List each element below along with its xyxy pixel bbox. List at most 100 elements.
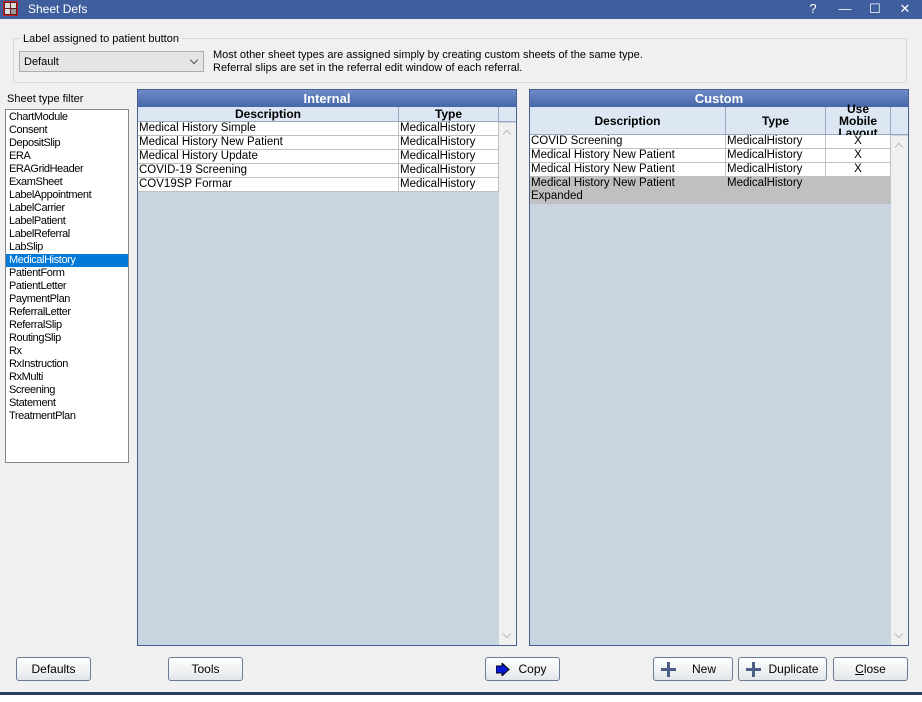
cell-type: MedicalHistory xyxy=(399,178,499,191)
cell-use-mobile-layout: X xyxy=(826,135,891,148)
table-row[interactable]: Medical History New Patient MedicalHistor… xyxy=(138,136,499,150)
filter-item[interactable]: ReferralSlip xyxy=(6,319,128,332)
filter-item[interactable]: LabelPatient xyxy=(6,215,128,228)
table-row[interactable]: COVID-19 Screening MedicalHistory xyxy=(138,164,499,178)
table-row[interactable]: Medical History New Patient MedicalHistor… xyxy=(530,163,891,177)
column-header-description[interactable]: Description xyxy=(138,107,399,121)
custom-scrollbar[interactable] xyxy=(891,136,908,645)
filter-item[interactable]: MedicalHistory xyxy=(6,254,128,267)
filter-item[interactable]: ChartModule xyxy=(6,111,128,124)
cell-type: MedicalHistory xyxy=(726,163,826,176)
cell-type: MedicalHistory xyxy=(399,136,499,149)
filter-item[interactable]: LabSlip xyxy=(6,241,128,254)
column-header-type[interactable]: Type xyxy=(726,107,826,134)
patient-button-label-dropdown[interactable]: Default xyxy=(19,51,204,72)
cell-type: MedicalHistory xyxy=(726,177,826,203)
column-header-use-mobile-layout[interactable]: Use Mobile Layout xyxy=(826,103,891,139)
patient-button-group-label: Label assigned to patient button xyxy=(20,33,182,45)
cell-description: Medical History New Patient xyxy=(530,163,726,176)
table-row[interactable]: Medical History New Patient MedicalHistor… xyxy=(530,149,891,163)
custom-grid-body: COVID Screening MedicalHistory X Medical Hi… xyxy=(530,135,891,204)
app-grid-icon xyxy=(3,1,18,16)
cell-description: Medical History New Patient xyxy=(530,149,726,162)
cell-description: COVID Screening xyxy=(530,135,726,148)
copy-button[interactable]: Copy xyxy=(485,657,560,681)
tools-button-label: Tools xyxy=(191,662,220,676)
filter-item[interactable]: Screening xyxy=(6,384,128,397)
scroll-down-icon[interactable] xyxy=(502,629,512,639)
filter-item[interactable]: PatientLetter xyxy=(6,280,128,293)
custom-grid: Custom Description Type Use Mobile Layou… xyxy=(529,89,909,646)
table-row[interactable]: COVID Screening MedicalHistory X xyxy=(530,135,891,149)
cell-description: COV19SP Formar xyxy=(138,178,399,191)
internal-grid-body: Medical History Simple MedicalHistory Medi… xyxy=(138,122,499,192)
close-window-button[interactable]: ✕ xyxy=(890,0,920,19)
help-button[interactable]: ? xyxy=(798,0,828,19)
cell-use-mobile-layout: X xyxy=(826,163,891,176)
chevron-down-icon xyxy=(189,55,199,65)
custom-grid-header: Description Type Use Mobile Layout xyxy=(530,103,908,139)
internal-grid-title: Internal xyxy=(138,90,516,107)
title-bar: Sheet Defs ? — ☐ ✕ xyxy=(0,0,922,19)
defaults-button[interactable]: Defaults xyxy=(16,657,91,681)
arrow-right-icon xyxy=(496,663,510,676)
close-button-label: Close xyxy=(855,662,886,676)
filter-item[interactable]: TreatmentPlan xyxy=(6,410,128,423)
table-row[interactable]: COV19SP Formar MedicalHistory xyxy=(138,178,499,192)
cell-use-mobile-layout: X xyxy=(826,149,891,162)
filter-item[interactable]: LabelCarrier xyxy=(6,202,128,215)
table-row[interactable]: Medical History Update MedicalHistory xyxy=(138,150,499,164)
filter-item[interactable]: RxMulti xyxy=(6,371,128,384)
plus-icon xyxy=(746,662,761,677)
filter-item[interactable]: RxInstruction xyxy=(6,358,128,371)
sheet-type-filter-list[interactable]: ChartModule Consent DepositSlip ERA ERAGridH… xyxy=(5,109,129,463)
filter-item[interactable]: DepositSlip xyxy=(6,137,128,150)
filter-item[interactable]: RoutingSlip xyxy=(6,332,128,345)
filter-item[interactable]: ERAGridHeader xyxy=(6,163,128,176)
info-line-1: Most other sheet types are assigned simp… xyxy=(213,49,643,61)
defaults-button-label: Defaults xyxy=(31,662,76,676)
filter-label: Sheet type filter xyxy=(7,93,84,105)
filter-item[interactable]: Statement xyxy=(6,397,128,410)
filter-item[interactable]: Rx xyxy=(6,345,128,358)
internal-grid: Internal Description Type Medical Histor… xyxy=(137,89,517,646)
cell-type: MedicalHistory xyxy=(726,149,826,162)
copy-button-label: Copy xyxy=(518,662,547,676)
cell-type: MedicalHistory xyxy=(399,164,499,177)
new-button-label: New xyxy=(691,662,716,676)
close-button[interactable]: Close xyxy=(833,657,908,681)
new-button[interactable]: New xyxy=(653,657,733,681)
internal-scrollbar[interactable] xyxy=(499,123,516,645)
column-header-type[interactable]: Type xyxy=(399,107,499,121)
duplicate-button[interactable]: Duplicate xyxy=(738,657,827,681)
cell-type: MedicalHistory xyxy=(726,135,826,148)
scroll-up-icon[interactable] xyxy=(894,142,904,152)
filter-item[interactable]: PaymentPlan xyxy=(6,293,128,306)
cell-description: Medical History Simple xyxy=(138,122,399,135)
column-header-description[interactable]: Description xyxy=(530,107,726,134)
filter-item[interactable]: LabelAppointment xyxy=(6,189,128,202)
info-line-2: Referral slips are set in the referral e… xyxy=(213,62,523,74)
background-strip xyxy=(0,695,922,702)
scroll-down-icon[interactable] xyxy=(894,629,904,639)
filter-item[interactable]: ExamSheet xyxy=(6,176,128,189)
filter-item[interactable]: LabelReferral xyxy=(6,228,128,241)
cell-type: MedicalHistory xyxy=(399,150,499,163)
maximize-button[interactable]: ☐ xyxy=(860,0,890,19)
window-title: Sheet Defs xyxy=(28,2,88,16)
cell-description: Medical History Update xyxy=(138,150,399,163)
scroll-up-icon[interactable] xyxy=(502,129,512,139)
filter-item[interactable]: Consent xyxy=(6,124,128,137)
minimize-button[interactable]: — xyxy=(830,0,860,19)
filter-item[interactable]: ReferralLetter xyxy=(6,306,128,319)
table-row[interactable]: Medical History New Patient Expanded Medi… xyxy=(530,177,891,204)
filter-item[interactable]: ERA xyxy=(6,150,128,163)
filter-item[interactable]: PatientForm xyxy=(6,267,128,280)
info-text: Most other sheet types are assigned simp… xyxy=(213,49,643,75)
cell-description: COVID-19 Screening xyxy=(138,164,399,177)
table-row[interactable]: Medical History Simple MedicalHistory xyxy=(138,122,499,136)
cell-description: Medical History New Patient xyxy=(138,136,399,149)
duplicate-button-label: Duplicate xyxy=(768,662,819,676)
tools-button[interactable]: Tools xyxy=(168,657,243,681)
plus-icon xyxy=(661,662,676,677)
